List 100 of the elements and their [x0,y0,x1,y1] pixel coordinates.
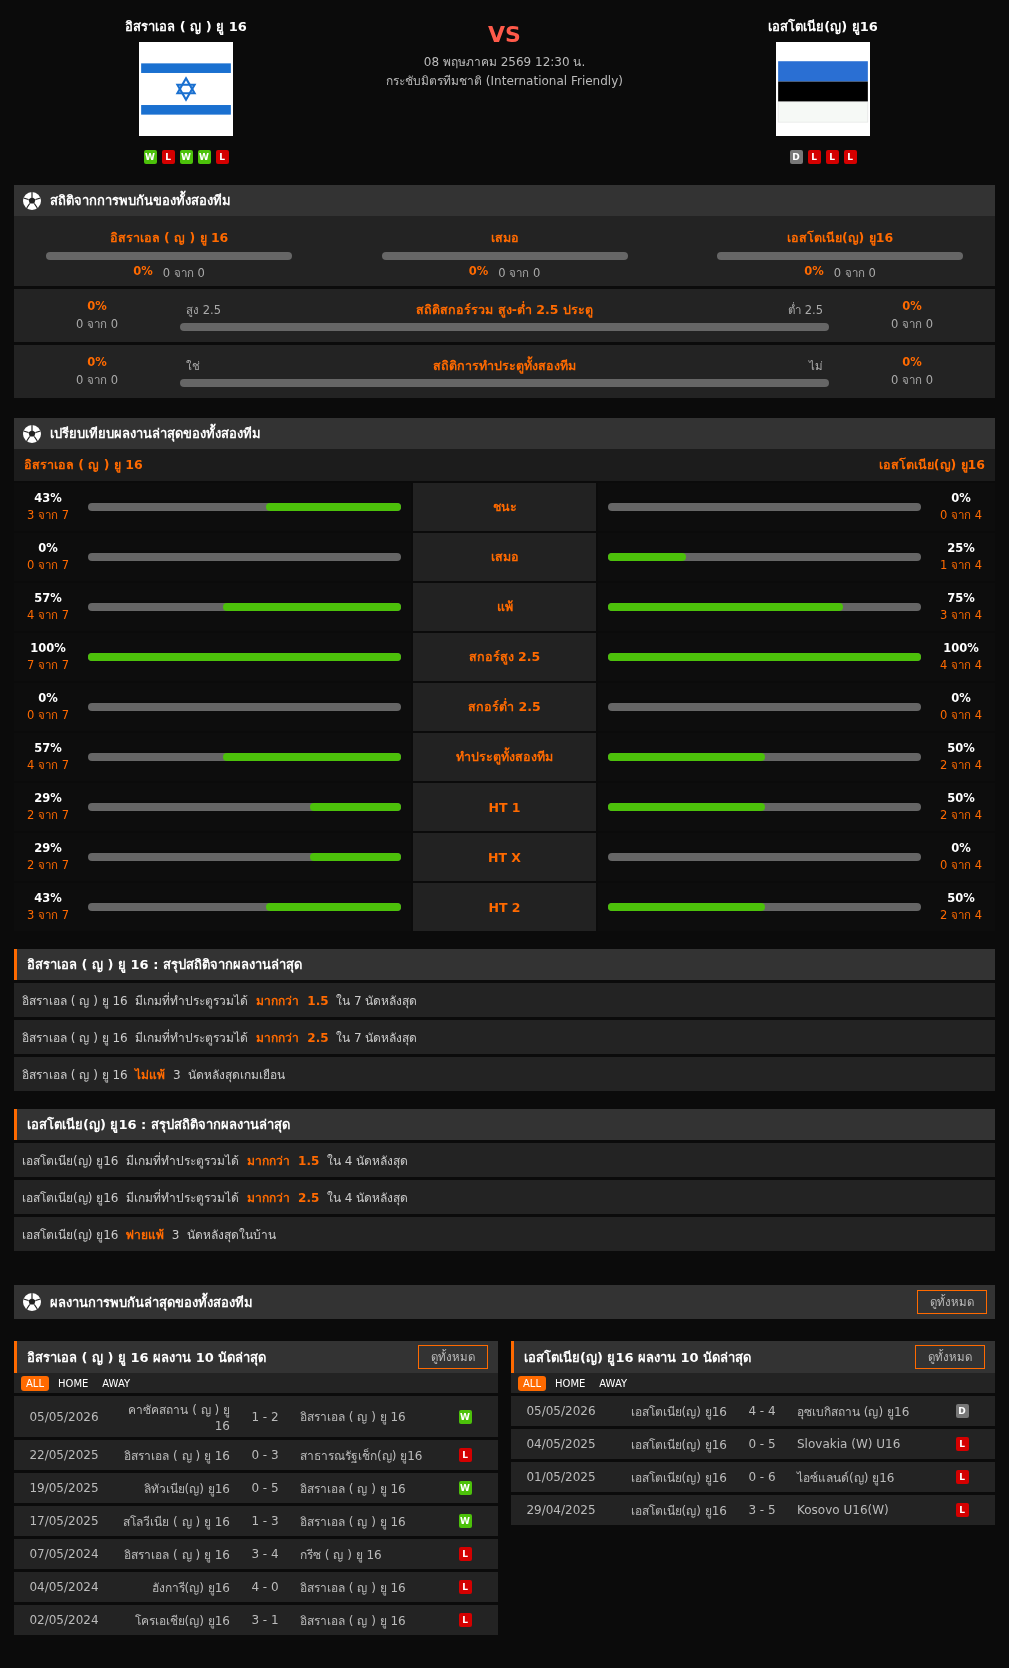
percent-value: 100% [943,640,979,655]
result-badge: L [458,1613,472,1627]
form-badge: L [825,150,839,164]
team-name: เอสโตเนีย(ญ) ยู16 [878,456,985,475]
percent-value: 75% [947,590,975,605]
away-team: อิสราเอล ( ญ ) ยู 16 [300,1480,407,1498]
match-date: 07/05/2024 [28,1547,100,1561]
count-value: 0 จาก 4 [940,506,982,524]
match-score: 4 - 4 [747,1404,777,1418]
vs-label: VS [487,22,522,47]
count-value: 0 จาก 0 [76,315,118,333]
view-all-button[interactable]: ดูทั้งหมด [418,1345,488,1369]
count-value: 0 จาก 7 [27,706,69,724]
count-value: 4 จาก 7 [27,756,69,774]
percent-value: 0% [468,264,489,280]
match-date: 04/05/2025 [525,1437,597,1451]
match-date: 08 พฤษภาคม 2569 12:30 น. [422,54,587,71]
percent-value: 50% [947,740,975,755]
count-value: 0 จาก 0 [162,265,205,282]
section-title: สถิติจากการพบกันของทั้งสองทีม [50,190,231,211]
percent-value: 100% [30,640,66,655]
percent-value: 0% [951,690,971,705]
filter-tab[interactable]: AWAY [594,1375,633,1391]
stat-label: สกอร์สูง 2.5 [413,633,596,681]
view-all-button[interactable]: ดูทั้งหมด [917,1290,987,1314]
result-badge: L [955,1503,969,1517]
away-team: Slovakia (W) U16 [797,1437,902,1451]
count-value: 0 จาก 4 [940,706,982,724]
count-value: 0 จาก 0 [891,315,933,333]
soccer-ball-icon [22,423,42,444]
match-date: 05/05/2026 [525,1404,597,1418]
count-value: 2 จาก 7 [27,806,69,824]
away-team: อุซเบกิสถาน (ญ) ยู16 [797,1403,911,1421]
percent-value: 0% [951,490,971,505]
stat-label: ทำประตูทั้งสองทีม [413,733,596,781]
bar-label: สูง 2.5 [186,302,221,319]
summary-title: อิสราเอล ( ญ ) ยู 16 : สรุปสถิติจากผลงานล่าสุด [27,956,302,975]
percent-value: 57% [34,590,62,605]
count-value: 3 จาก 7 [27,906,69,924]
summary-text: เอสโตเนีย(ญ) ยู16 พ่ายแพ้ 3 นัดหลังสุดในบ้าน [22,1226,276,1244]
stat-title: สถิติสกอร์รวม สูง-ต่ำ 2.5 ประตู [416,300,593,320]
form-badge: D [789,150,803,164]
count-value: 0 จาก 0 [76,371,118,389]
away-team: กรีซ ( ญ ) ยู 16 [300,1546,383,1564]
away-team: อิสราเอล ( ญ ) ยู 16 [300,1579,407,1597]
count-value: 0 จาก 0 [833,265,876,282]
percent-value: 0% [38,540,58,555]
away-team: อิสราเอล ( ญ ) ยู 16 [300,1612,407,1630]
count-value: 4 จาก 4 [940,656,982,674]
count-value: 2 จาก 4 [940,906,982,924]
match-date: 02/05/2024 [28,1613,100,1627]
match-score: 3 - 1 [250,1613,280,1627]
summary-text: เอสโตเนีย(ญ) ยู16 มีเกมที่ทำประตูรวมได้ มากกว่า 1.5 ใน 4 นัดหลังสุด [22,1151,409,1170]
match-score: 4 - 0 [250,1580,280,1594]
away-team: สาธารณรัฐเช็ก(ญ) ยู16 [300,1447,424,1465]
stat-label: HT X [413,833,596,881]
bar-label: ไม่ [809,358,823,375]
team-name: เอสโตเนีย(ญ) ยู16 [768,18,878,36]
panel-title: เอสโตเนีย(ญ) ยู16 ผลงาน 10 นัดล่าสุด [524,1348,753,1368]
percent-value: 50% [947,890,975,905]
filter-tab[interactable]: AWAY [97,1375,136,1391]
count-value: 2 จาก 7 [27,856,69,874]
soccer-ball-icon [22,1292,42,1312]
stat-label: เสมอ [413,533,596,581]
percent-value: 29% [34,840,62,855]
outcome-label: อิสราเอล ( ญ ) ยู 16 [109,229,229,248]
percent-value: 25% [947,540,975,555]
count-value: 2 จาก 4 [940,756,982,774]
stat-title: สถิติการทำประตูทั้งสองทีม [433,356,576,376]
count-value: 3 จาก 7 [27,506,69,524]
match-score: 0 - 6 [747,1470,777,1484]
star-flag-icon [139,42,233,136]
result-badge: W [458,1514,472,1528]
home-team: เอสโตเนีย(ญ) ยู16 [629,1469,727,1487]
striped-flag-icon [776,42,870,136]
count-value: 0 จาก 0 [498,265,541,282]
form-badge: L [161,150,175,164]
filter-tab[interactable]: HOME [550,1375,591,1391]
form-badge: L [843,150,857,164]
home-team: อิสราเอล ( ญ ) ยู 16 [123,1447,230,1465]
form-badge: L [215,150,229,164]
match-score: 1 - 2 [250,1409,280,1424]
view-all-button[interactable]: ดูทั้งหมด [915,1345,985,1369]
match-score: 1 - 3 [250,1514,280,1528]
form-badge: W [197,150,211,164]
percent-value: 0% [133,264,153,280]
filter-tab[interactable]: HOME [53,1375,94,1391]
match-score: 0 - 3 [250,1448,280,1462]
percent-value: 0% [902,354,922,369]
percent-value: 43% [34,890,62,905]
home-team: ฮังการี(ญ) ยู16 [150,1579,230,1597]
away-team: ไอซ์แลนด์(ญ) ยู16 [797,1469,896,1487]
result-badge: L [955,1470,969,1484]
result-badge: L [955,1437,969,1451]
summary-text: อิสราเอล ( ญ ) ยู 16 ไม่แพ้ 3 นัดหลังสุดเกมเยือน [22,1066,286,1084]
home-team: เอสโตเนีย(ญ) ยู16 [629,1502,727,1520]
summary-text: อิสราเอล ( ญ ) ยู 16 มีเกมที่ทำประตูรวมได้ มากกว่า 1.5 ใน 7 นัดหลังสุด [22,991,418,1010]
home-team: อิสราเอล ( ญ ) ยู 16 [123,1546,230,1564]
match-date: 04/05/2024 [28,1580,100,1594]
panel-title: อิสราเอล ( ญ ) ยู 16 ผลงาน 10 นัดล่าสุด [27,1348,268,1368]
